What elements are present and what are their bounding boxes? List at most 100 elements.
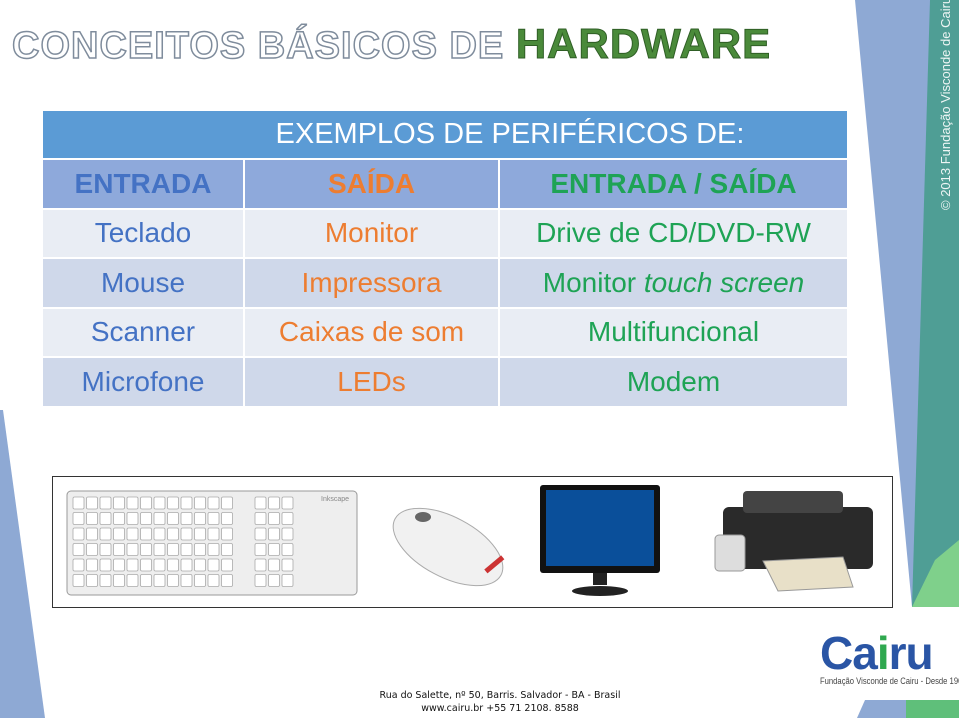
svg-text:Inkscape: Inkscape: [321, 496, 349, 503]
key: [86, 543, 98, 556]
key: [126, 496, 139, 510]
key: [221, 512, 233, 525]
header-entrada: ENTRADA: [43, 160, 245, 208]
key: [268, 496, 280, 510]
key: [153, 574, 166, 587]
table-header-row: ENTRADA SAÍDA ENTRADA / SAÍDA: [43, 160, 847, 210]
key: [126, 527, 139, 541]
key: [72, 496, 85, 510]
footer-address: Rua do Salette, nº 50, Barris. Salvador …: [300, 689, 700, 715]
key: [140, 496, 152, 510]
header-entrada-saida: ENTRADA / SAÍDA: [550, 167, 797, 199]
cell-io: Modem: [626, 365, 721, 397]
key: [167, 558, 179, 572]
key: [281, 574, 294, 587]
key: [180, 512, 193, 525]
cell-input: Microfone: [43, 358, 245, 406]
key: [126, 574, 139, 587]
key: [113, 574, 125, 587]
key: [268, 512, 280, 525]
cairu-logo: Cairu Fundação Visconde de Cairu - Desde…: [820, 627, 959, 686]
key: [113, 496, 125, 510]
key: [86, 527, 98, 541]
key: [140, 558, 152, 572]
key: [99, 574, 112, 587]
key: [113, 527, 125, 541]
key: [99, 527, 112, 541]
key: [207, 543, 220, 556]
key: [254, 527, 267, 541]
key: [167, 574, 179, 587]
key: [281, 512, 294, 525]
key: [194, 543, 206, 556]
key: [268, 527, 280, 541]
key: [221, 543, 233, 556]
table-row: Teclado Monitor Drive de CD/DVD-RW: [43, 209, 847, 259]
key: [167, 527, 179, 541]
key: [72, 574, 85, 587]
key: [221, 574, 233, 587]
peripherals-table: EXEMPLOS DE PERIFÉRICOS DE: ENTRADA SAÍD…: [43, 111, 847, 408]
key: [207, 496, 220, 510]
table-row: Scanner Caixas de som Multifuncional: [43, 308, 847, 358]
title-highlight: HARDWARE: [515, 20, 772, 68]
keyboard-image: Inkscape: [66, 490, 358, 596]
key: [194, 558, 206, 572]
key: [194, 496, 206, 510]
key: [167, 512, 179, 525]
key: [153, 558, 166, 572]
table-row: Microfone LEDs Modem: [43, 358, 847, 408]
cell-input: Mouse: [43, 259, 245, 307]
key: [268, 574, 280, 587]
key: [268, 543, 280, 556]
key: [254, 496, 267, 510]
cell-io: Multifuncional: [587, 316, 760, 348]
mouse-image: [392, 507, 505, 587]
key: [153, 527, 166, 541]
key: [268, 558, 280, 572]
key: [140, 512, 152, 525]
key: [207, 574, 220, 587]
key: [99, 543, 112, 556]
key: [86, 574, 98, 587]
key: [254, 558, 267, 572]
key: [194, 527, 206, 541]
cell-output: Monitor: [245, 209, 500, 257]
key: [72, 558, 85, 572]
key: [99, 496, 112, 510]
key: [254, 512, 267, 525]
key: [113, 512, 125, 525]
cell-input: Scanner: [43, 308, 245, 356]
key: [180, 496, 193, 510]
key: [207, 527, 220, 541]
key: [221, 527, 233, 541]
key: [72, 543, 85, 556]
key: [113, 543, 125, 556]
key: [194, 512, 206, 525]
slide-title: CONCEITOS BÁSICOS DE HARDWARE: [11, 20, 772, 68]
italic-term: touch screen: [643, 266, 805, 298]
copyright-text: © 2013 Fundação Visconde de Cairu: [938, 0, 953, 210]
printer-image: [714, 491, 873, 592]
key: [153, 496, 166, 510]
key: [153, 543, 166, 556]
key: [167, 543, 179, 556]
cell-io: Drive de CD/DVD-RW: [536, 217, 811, 249]
key: [126, 543, 139, 556]
cell-input: Teclado: [43, 209, 245, 257]
cell-io: Monitor touch screen: [542, 266, 805, 298]
cell-output: Impressora: [245, 259, 500, 307]
cell-output: Caixas de som: [245, 308, 500, 356]
key: [153, 512, 166, 525]
key: [140, 574, 152, 587]
key: [194, 574, 206, 587]
key: [180, 543, 193, 556]
key: [180, 527, 193, 541]
key: [72, 512, 85, 525]
key: [180, 558, 193, 572]
key: [281, 496, 294, 510]
key: [86, 512, 98, 525]
key: [281, 527, 294, 541]
key: [254, 543, 267, 556]
peripherals-images: Inkscape: [52, 476, 893, 608]
